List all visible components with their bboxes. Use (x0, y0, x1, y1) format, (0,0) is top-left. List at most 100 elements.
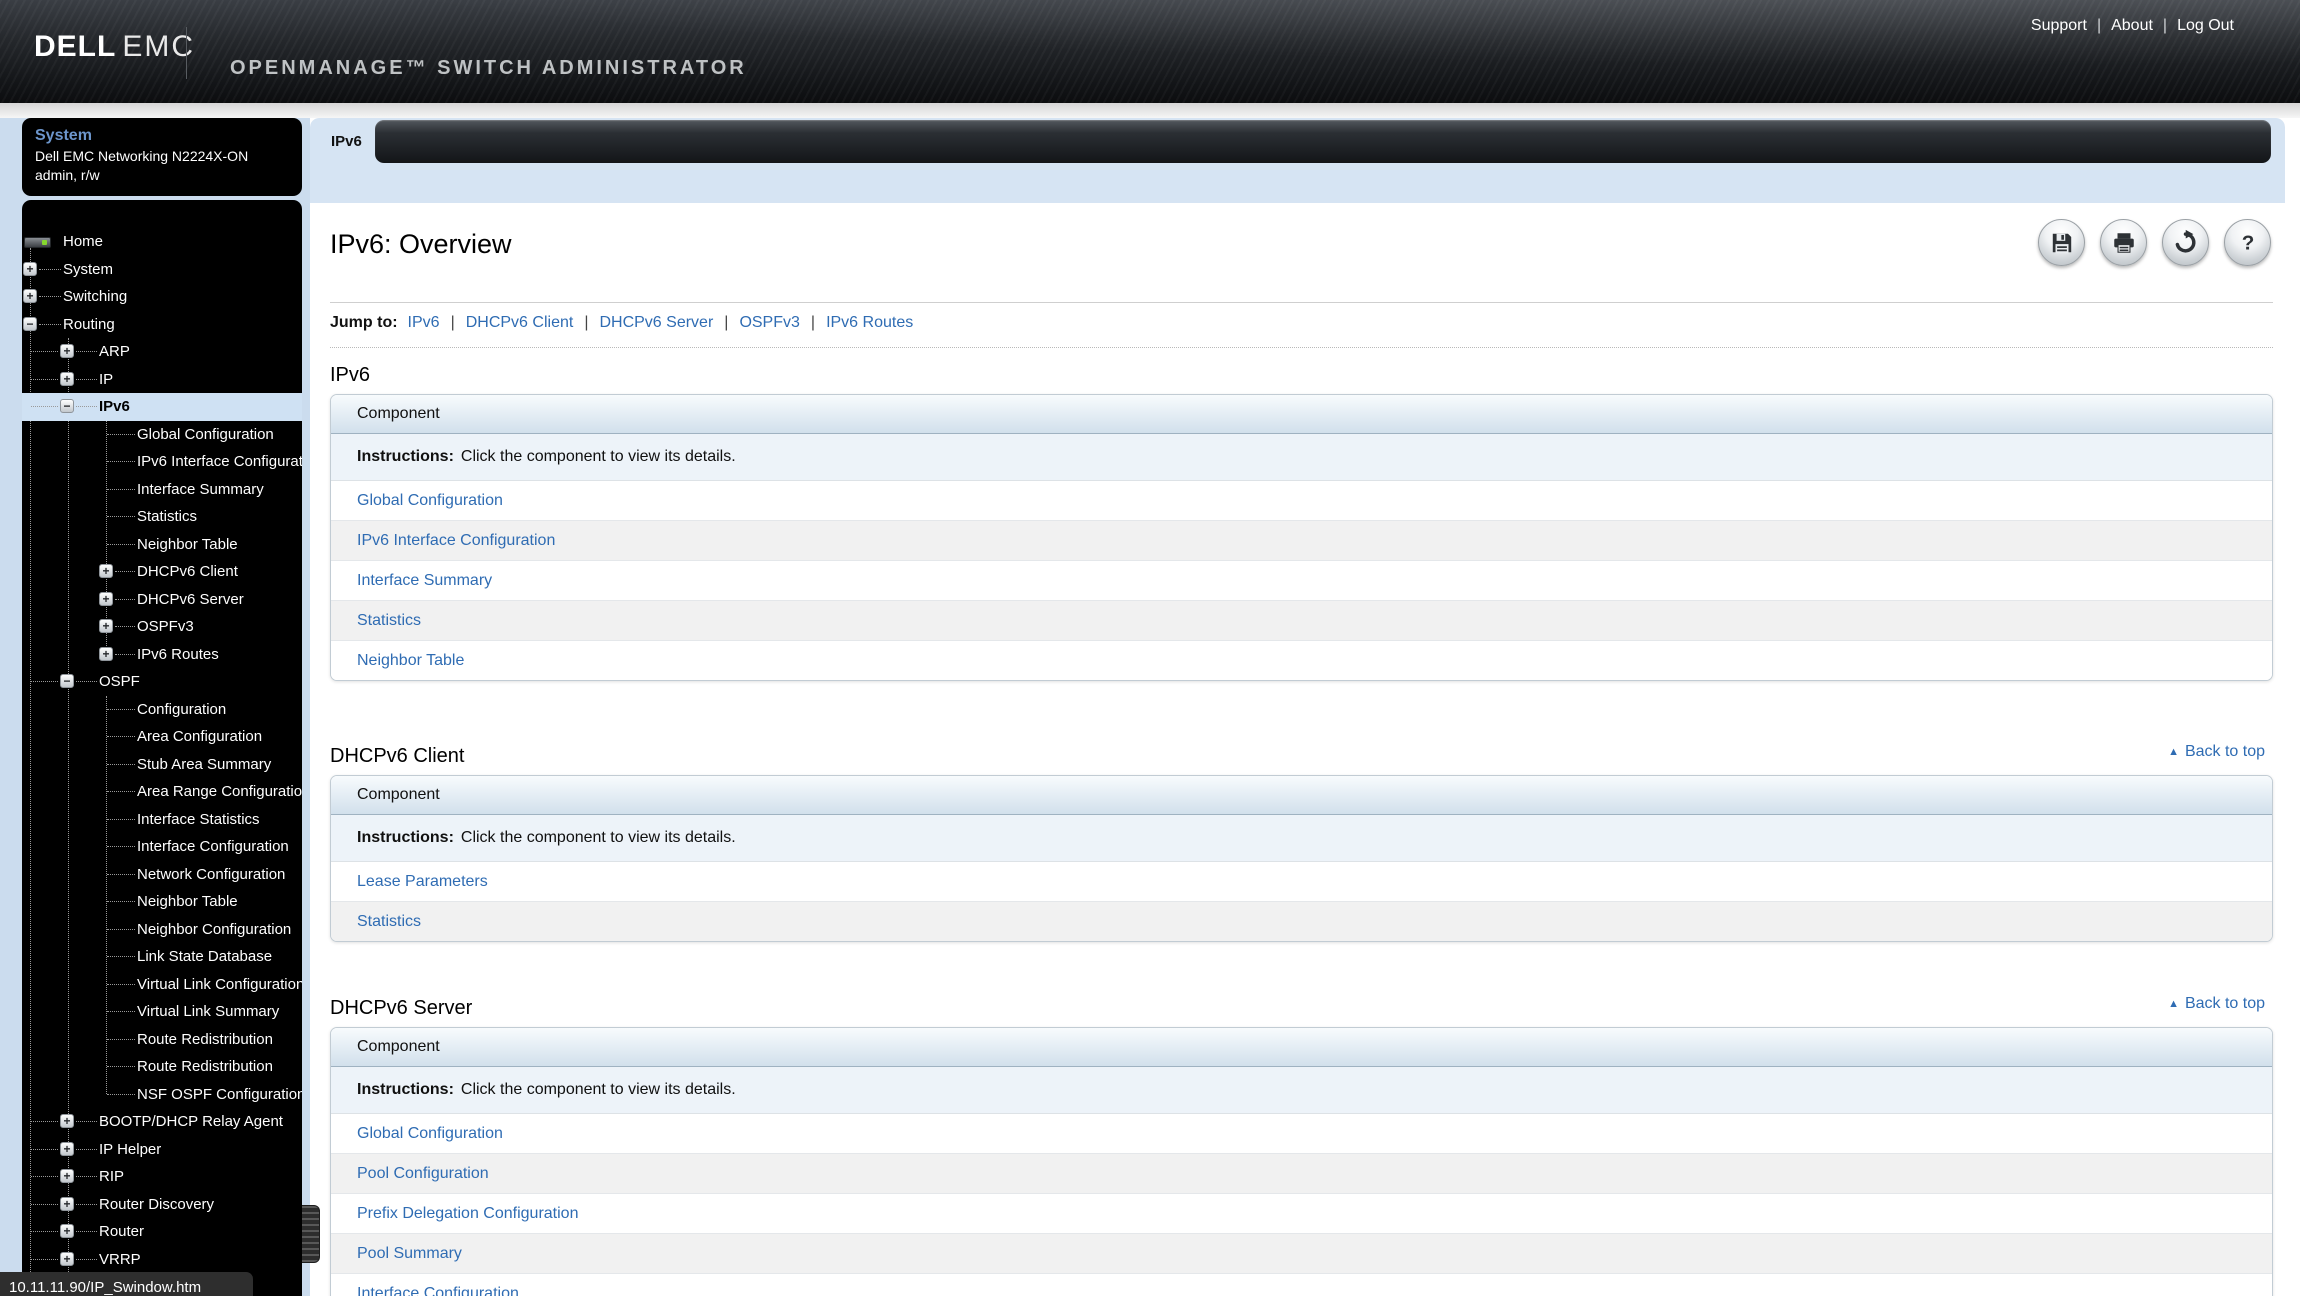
tree-item-link-state-database[interactable]: Link State Database (22, 943, 302, 971)
collapse-icon-routing[interactable]: − (23, 316, 37, 331)
tree-label[interactable]: Home (63, 228, 103, 256)
tree-item-ipv6[interactable]: − IPv6 (22, 393, 302, 421)
back-to-top-link[interactable]: ▲ Back to top (2168, 743, 2265, 761)
tree-label[interactable]: Routing (63, 311, 115, 339)
component-link-interface-configuration[interactable]: Interface Configuration (357, 1285, 519, 1296)
tree-label[interactable]: Global Configuration (137, 421, 274, 449)
tree-item-route-redistribution[interactable]: Route Redistribution (22, 1053, 302, 1081)
tree-item-ip[interactable]: + IP (22, 366, 302, 394)
tree-label[interactable]: DHCPv6 Client (137, 558, 238, 586)
tree-label[interactable]: VRRP (99, 1246, 141, 1274)
expand-icon-rip[interactable]: + (60, 1169, 74, 1183)
jump-link-dhcpv6-client[interactable]: DHCPv6 Client (466, 314, 574, 331)
tree-label[interactable]: Neighbor Configuration (137, 916, 291, 944)
tree-label[interactable]: Virtual Link Summary (137, 998, 279, 1026)
back-to-top-link[interactable]: ▲ Back to top (2168, 995, 2265, 1013)
tree-item-ipv6-interface-configuration[interactable]: IPv6 Interface Configuration (22, 448, 302, 476)
tree-label[interactable]: Statistics (137, 503, 197, 531)
collapse-icon-ipv6[interactable]: − (60, 399, 74, 413)
tree-item-ip-helper[interactable]: + IP Helper (22, 1136, 302, 1164)
tree-item-router-discovery[interactable]: + Router Discovery (22, 1191, 302, 1219)
tree-item-route-redistribution[interactable]: Route Redistribution (22, 1026, 302, 1054)
expand-icon-router-discovery[interactable]: + (60, 1196, 74, 1211)
tree-item-stub-area-summary[interactable]: Stub Area Summary (22, 751, 302, 779)
jump-link-dhcpv6-server[interactable]: DHCPv6 Server (599, 314, 713, 331)
tree-item-rip[interactable]: + RIP (22, 1163, 302, 1191)
tree-label[interactable]: Router (99, 1218, 144, 1246)
tree-label[interactable]: System (63, 256, 113, 284)
tree-label[interactable]: Interface Configuration (137, 833, 289, 861)
expand-icon-dhcpv6-server[interactable]: + (99, 591, 113, 606)
component-link-ipv6-interface-configuration[interactable]: IPv6 Interface Configuration (357, 532, 555, 549)
tree-label[interactable]: NSF OSPF Configuration (137, 1081, 302, 1109)
dell-emc-logo[interactable]: DELL EMC (34, 30, 195, 64)
expand-icon-dhcpv6-client[interactable]: + (99, 564, 113, 578)
jump-link-ipv6-routes[interactable]: IPv6 Routes (826, 314, 913, 331)
tree-label[interactable]: Configuration (137, 696, 226, 724)
tree-item-nsf-ospf-configuration[interactable]: NSF OSPF Configuration (22, 1081, 302, 1109)
tree-item-area-configuration[interactable]: Area Configuration (22, 723, 302, 751)
tree-item-ipv6-routes[interactable]: + IPv6 Routes (22, 641, 302, 669)
tree-item-area-range-configuration[interactable]: Area Range Configuration (22, 778, 302, 806)
tree-item-ospf[interactable]: − OSPF (22, 668, 302, 696)
expand-icon-ipv6-routes[interactable]: + (99, 646, 113, 661)
jump-link-ospfv3[interactable]: OSPFv3 (739, 314, 799, 331)
component-link-global-configuration[interactable]: Global Configuration (357, 1125, 503, 1142)
refresh-button[interactable] (2162, 219, 2209, 266)
tree-item-system[interactable]: + System (22, 256, 302, 284)
tree-label[interactable]: Area Range Configuration (137, 778, 302, 806)
nav-about[interactable]: About (2111, 17, 2153, 34)
nav-log-out[interactable]: Log Out (2177, 17, 2234, 34)
tree-item-dhcpv6-server[interactable]: + DHCPv6 Server (22, 586, 302, 614)
tree-item-bootp-dhcp-relay-agent[interactable]: + BOOTP/DHCP Relay Agent (22, 1108, 302, 1136)
tree-item-configuration[interactable]: Configuration (22, 696, 302, 724)
tree-item-arp[interactable]: + ARP (22, 338, 302, 366)
component-link-statistics[interactable]: Statistics (357, 612, 421, 629)
tree-label[interactable]: Area Configuration (137, 723, 262, 751)
tree-item-global-configuration[interactable]: Global Configuration (22, 421, 302, 449)
tree-label[interactable]: Router Discovery (99, 1191, 214, 1219)
tree-item-switching[interactable]: + Switching (22, 283, 302, 311)
tree-label[interactable]: Interface Summary (137, 476, 264, 504)
tree-item-home[interactable]: Home (22, 228, 302, 256)
tree-label[interactable]: IP Helper (99, 1136, 161, 1164)
save-button[interactable] (2038, 219, 2085, 266)
tree-label[interactable]: Route Redistribution (137, 1053, 273, 1081)
tree-label[interactable]: IPv6 Routes (137, 641, 219, 669)
tree-label[interactable]: Switching (63, 283, 127, 311)
tree-item-ospfv3[interactable]: + OSPFv3 (22, 613, 302, 641)
tree-label[interactable]: Stub Area Summary (137, 751, 271, 779)
component-link-pool-summary[interactable]: Pool Summary (357, 1245, 462, 1262)
component-link-interface-summary[interactable]: Interface Summary (357, 572, 492, 589)
tree-item-neighbor-table[interactable]: Neighbor Table (22, 531, 302, 559)
tree-label[interactable]: BOOTP/DHCP Relay Agent (99, 1108, 283, 1136)
expand-icon-ip[interactable]: + (60, 371, 74, 386)
component-link-prefix-delegation-configuration[interactable]: Prefix Delegation Configuration (357, 1205, 578, 1222)
tree-label[interactable]: Network Configuration (137, 861, 285, 889)
tree-item-virtual-link-summary[interactable]: Virtual Link Summary (22, 998, 302, 1026)
expand-icon-system[interactable]: + (23, 261, 37, 276)
tree-label[interactable]: DHCPv6 Server (137, 586, 244, 614)
tree-label[interactable]: Route Redistribution (137, 1026, 273, 1054)
tree-item-dhcpv6-client[interactable]: + DHCPv6 Client (22, 558, 302, 586)
tree-label[interactable]: RIP (99, 1163, 124, 1191)
component-link-lease-parameters[interactable]: Lease Parameters (357, 873, 488, 890)
expand-icon-ospfv3[interactable]: + (99, 619, 113, 633)
sidebar-resize-grip[interactable] (302, 1205, 320, 1263)
tree-item-neighbor-configuration[interactable]: Neighbor Configuration (22, 916, 302, 944)
tree-label[interactable]: ARP (99, 338, 130, 366)
help-button[interactable]: ? (2224, 219, 2271, 266)
component-link-global-configuration[interactable]: Global Configuration (357, 492, 503, 509)
tree-item-interface-configuration[interactable]: Interface Configuration (22, 833, 302, 861)
expand-icon-vrrp[interactable]: + (60, 1251, 74, 1266)
tree-label[interactable]: IPv6 Interface Configuration (137, 448, 302, 476)
tree-label[interactable]: Neighbor Table (137, 531, 238, 559)
expand-icon-router[interactable]: + (60, 1224, 74, 1238)
nav-support[interactable]: Support (2031, 17, 2087, 34)
tree-item-interface-summary[interactable]: Interface Summary (22, 476, 302, 504)
tree-label[interactable]: Link State Database (137, 943, 272, 971)
tree-label[interactable]: IPv6 (99, 393, 130, 421)
tree-item-vrrp[interactable]: + VRRP (22, 1246, 302, 1274)
tree-label[interactable]: OSPF (99, 668, 140, 696)
tree-item-neighbor-table[interactable]: Neighbor Table (22, 888, 302, 916)
